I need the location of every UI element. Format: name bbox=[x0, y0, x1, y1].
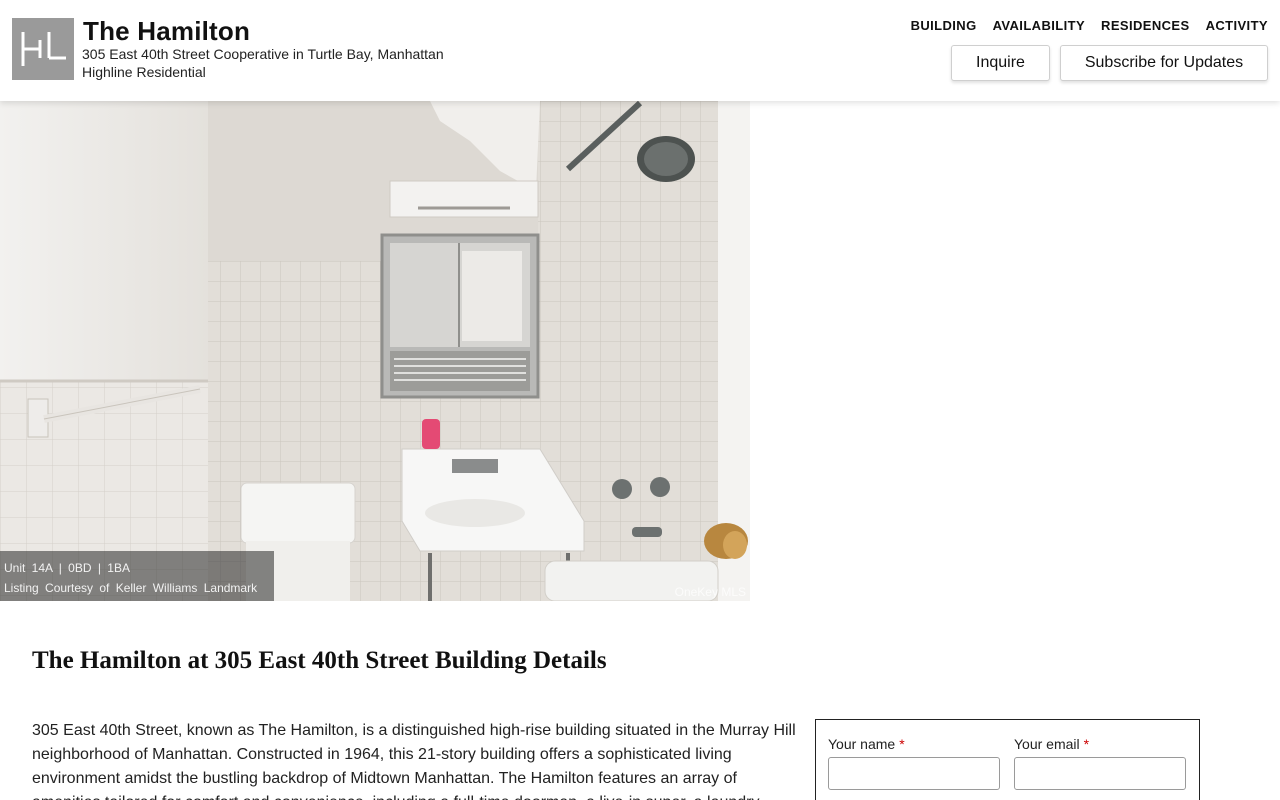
name-field-label: Your name * bbox=[828, 736, 905, 752]
main-nav: BUILDING AVAILABILITY RESIDENCES ACTIVIT… bbox=[911, 18, 1268, 33]
name-input[interactable] bbox=[828, 757, 1000, 790]
building-subtitle: 305 East 40th Street Cooperative in Turt… bbox=[82, 46, 444, 62]
nav-availability[interactable]: AVAILABILITY bbox=[993, 18, 1085, 33]
email-label-text: Your email bbox=[1014, 736, 1080, 752]
required-marker: * bbox=[1083, 736, 1090, 752]
building-details-heading: The Hamilton at 305 East 40th Street Bui… bbox=[32, 647, 607, 674]
required-marker: * bbox=[899, 736, 905, 752]
logo[interactable] bbox=[12, 18, 74, 80]
email-field-label: Your email * bbox=[1014, 736, 1089, 752]
email-input[interactable] bbox=[1014, 757, 1186, 790]
site-header: The Hamilton 305 East 40th Street Cooper… bbox=[0, 0, 1280, 101]
name-label-text: Your name bbox=[828, 736, 896, 752]
building-title: The Hamilton bbox=[83, 16, 251, 46]
nav-residences[interactable]: RESIDENCES bbox=[1101, 18, 1190, 33]
contact-form: Your name * Your email * bbox=[815, 719, 1200, 800]
bathroom-photo-image bbox=[0, 101, 750, 601]
inquire-button[interactable]: Inquire bbox=[951, 45, 1050, 81]
logo-mark-icon bbox=[21, 32, 66, 66]
listing-courtesy: Listing Courtesy of Keller Williams Land… bbox=[4, 581, 258, 595]
nav-building[interactable]: BUILDING bbox=[911, 18, 977, 33]
subscribe-button[interactable]: Subscribe for Updates bbox=[1060, 45, 1268, 81]
unit-summary: Unit 14A | 0BD | 1BA bbox=[4, 561, 130, 575]
mls-watermark: OneKey MLS bbox=[674, 585, 746, 599]
nav-activity[interactable]: ACTIVITY bbox=[1206, 18, 1268, 33]
agency-name: Highline Residential bbox=[82, 64, 206, 80]
building-description: 305 East 40th Street, known as The Hamil… bbox=[32, 722, 796, 800]
listing-photo[interactable]: Unit 14A | 0BD | 1BA Listing Courtesy of… bbox=[0, 101, 750, 601]
listing-caption: Unit 14A | 0BD | 1BA Listing Courtesy of… bbox=[0, 551, 274, 601]
